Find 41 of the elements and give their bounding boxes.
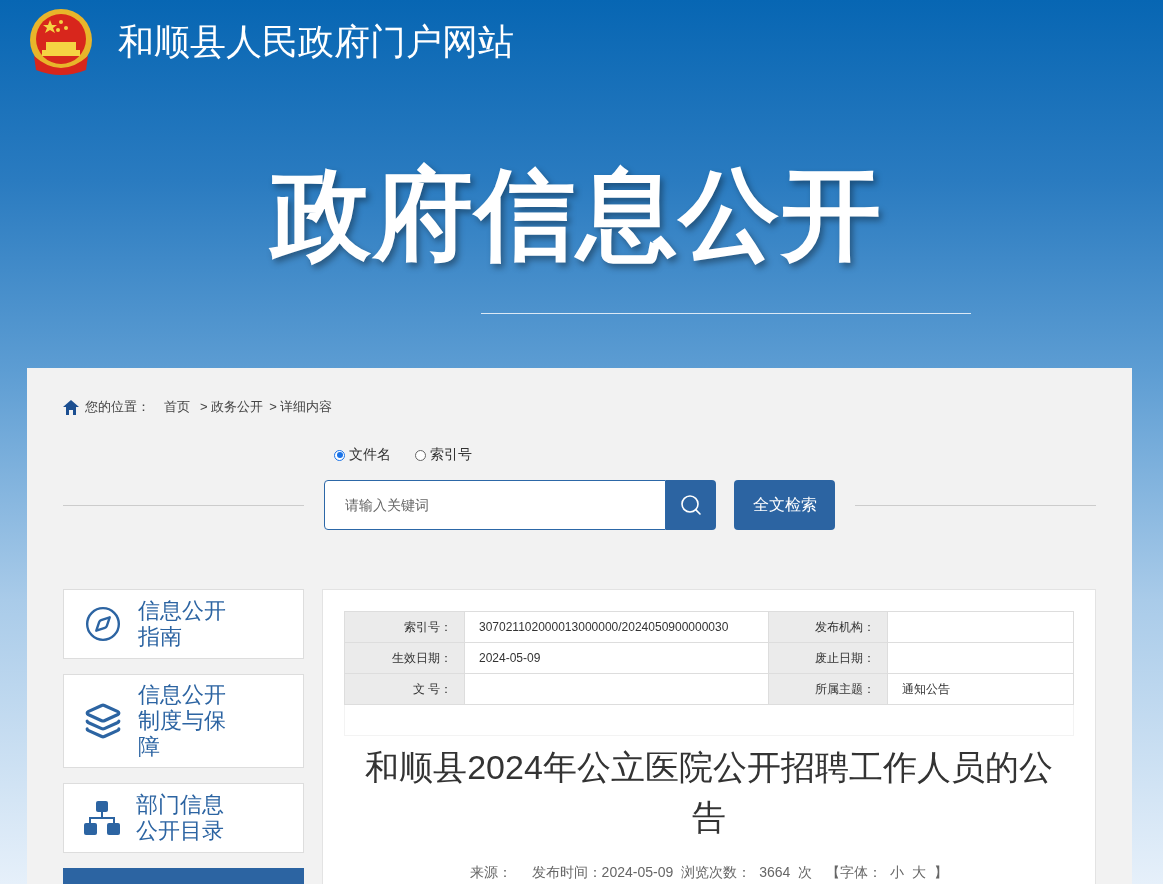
search-field[interactable]: 请输入关键词 (324, 480, 666, 530)
breadcrumb-link[interactable]: > 政务公开 (200, 398, 264, 416)
table-cell: 2024-05-09 (464, 642, 769, 674)
table-header-cell: 生效日期： (344, 642, 465, 674)
article-meta: 】 (934, 864, 949, 882)
radio-button[interactable] (415, 449, 426, 461)
home-icon (63, 399, 79, 415)
compass-icon (84, 605, 122, 643)
banner-title: 政府信息公开 (270, 157, 883, 272)
article-meta: 次 (798, 864, 813, 882)
search-option[interactable]: 索引号 (415, 446, 472, 464)
emblem-icon (28, 8, 94, 76)
search-button[interactable] (666, 480, 716, 530)
breadcrumb-link[interactable]: > 详细内容 (269, 398, 333, 416)
sidebar-item[interactable]: 信息公开指南 (63, 589, 304, 659)
table-header-cell: 发布机构： (768, 611, 888, 643)
article-meta: 【字体： (826, 864, 883, 882)
article-meta: 3664 (759, 864, 791, 882)
article-meta[interactable]: 大 (912, 864, 927, 882)
article-meta: 来源： (469, 864, 512, 882)
search-option[interactable]: 文件名 (334, 446, 391, 464)
table-header-cell: 废止日期： (768, 642, 888, 674)
table-header-cell: 文 号： (344, 673, 465, 705)
breadcrumb-label: 您的位置： (85, 398, 150, 416)
sitemap-icon (84, 801, 120, 835)
breadcrumb-link[interactable]: 首页 (164, 398, 190, 416)
fulltext-search-button[interactable]: 全文检索 (734, 480, 835, 530)
article-meta: 发布时间：2024-05-09 (531, 864, 674, 882)
table-header-cell: 索引号： (344, 611, 465, 643)
table-cell: 通知公告 (887, 673, 1074, 705)
radio-button[interactable] (334, 449, 345, 461)
table-cell: 307021102000013000000/2024050900000030 (464, 611, 769, 643)
article-meta[interactable]: 小 (890, 864, 905, 882)
site-title: 和顺县人民政府门户网站 (118, 19, 514, 64)
article-title: 和顺县2024年公立医院公开招聘工作人员的公告 (364, 747, 1054, 838)
sidebar-item[interactable]: 信息公开制度与保障 (63, 674, 304, 768)
layers-icon (84, 702, 122, 740)
search-icon (679, 493, 703, 517)
table-header-cell: 所属主题： (768, 673, 888, 705)
sidebar-item[interactable]: 部门信息公开目录 (63, 783, 304, 853)
article-meta: 浏览次数： (681, 864, 752, 882)
